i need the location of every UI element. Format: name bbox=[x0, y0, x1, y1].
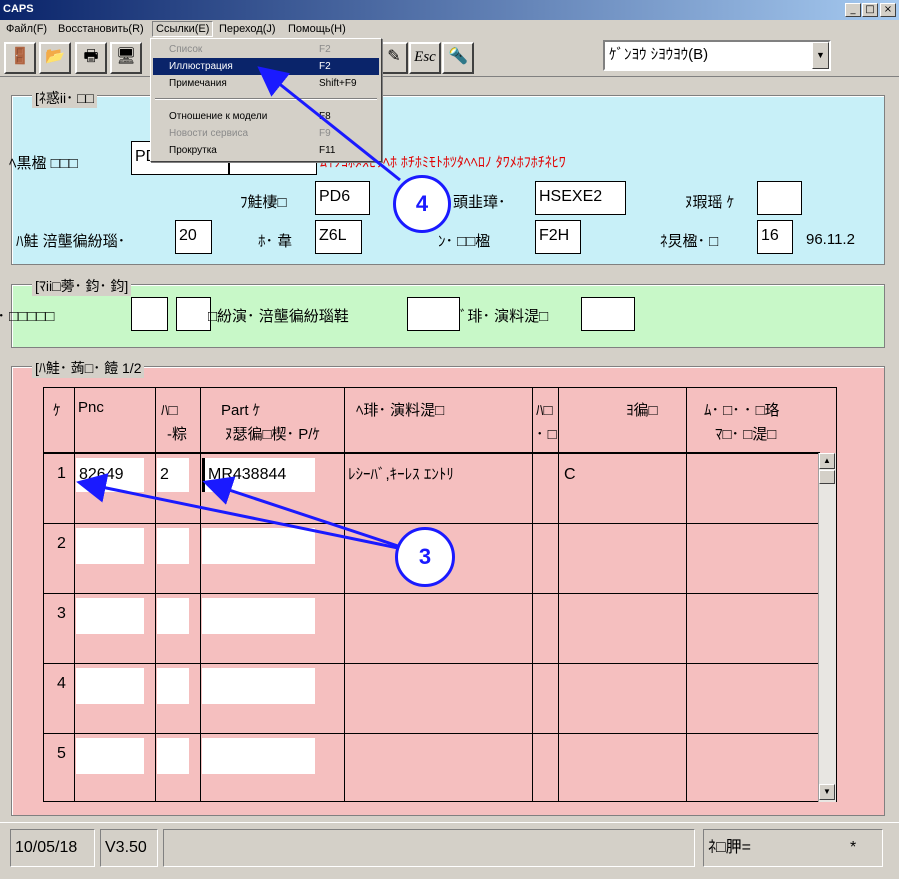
annotation-arrows bbox=[76, 66, 401, 550]
arrow-to-illustration bbox=[257, 66, 401, 182]
callout-4: 4 bbox=[393, 175, 451, 233]
callout-3: 3 bbox=[395, 527, 455, 587]
